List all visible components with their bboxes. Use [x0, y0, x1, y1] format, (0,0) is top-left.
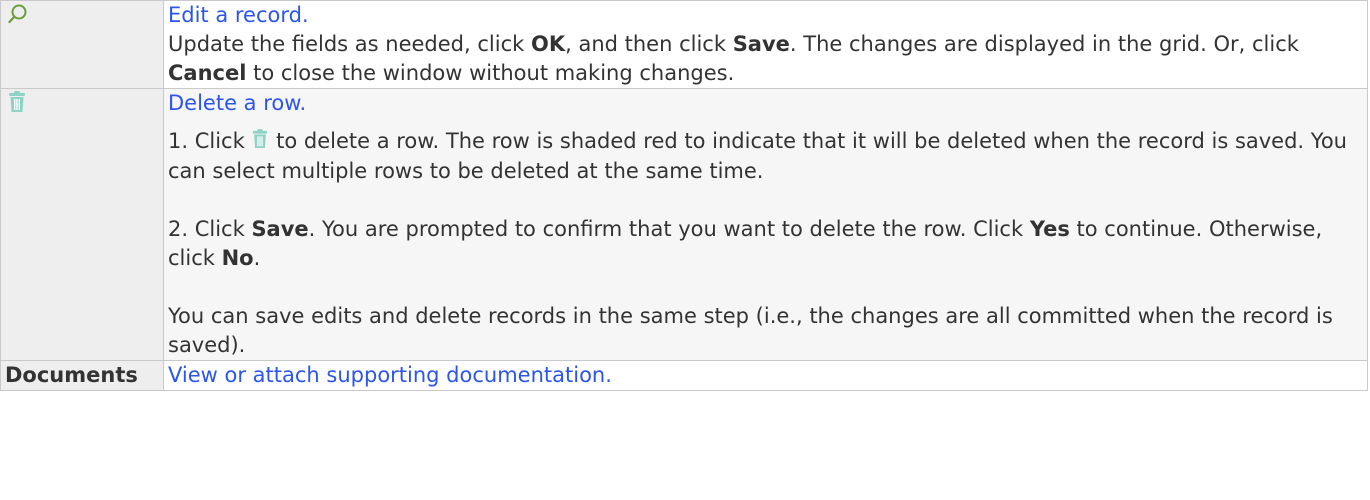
help-table: Edit a record. Update the fields as need…: [0, 0, 1368, 391]
key-cell-documents: Documents: [0, 359, 164, 391]
trash-icon-inline: [251, 128, 269, 157]
save-label-2: Save: [251, 216, 309, 241]
yes-label: Yes: [1029, 216, 1070, 241]
desc-cell-delete: Delete a row. 1. Click to delete a row. …: [163, 88, 1368, 361]
key-cell-edit: [0, 0, 164, 89]
delete-row-link[interactable]: Delete a row.: [168, 91, 306, 115]
cancel-label: Cancel: [168, 61, 247, 85]
desc-cell-documents: View or attach supporting documentation.: [163, 359, 1368, 391]
no-label: No: [221, 245, 254, 270]
table-row-delete: Delete a row. 1. Click to delete a row. …: [0, 88, 1368, 361]
edit-record-link[interactable]: Edit a record.: [168, 3, 309, 27]
search-icon: [7, 3, 29, 33]
delete-step-2: 2. Click Save. You are prompted to confi…: [168, 216, 1323, 270]
documents-link[interactable]: View or attach supporting documentation.: [168, 363, 612, 387]
table-row-edit: Edit a record. Update the fields as need…: [0, 0, 1368, 89]
delete-note: You can save edits and delete records in…: [168, 303, 1333, 357]
table-row-documents: Documents View or attach supporting docu…: [0, 359, 1368, 391]
desc-cell-edit: Edit a record. Update the fields as need…: [163, 0, 1368, 89]
edit-instructions: Update the fields as needed, click OK, a…: [168, 32, 1299, 85]
documents-label: Documents: [5, 362, 138, 387]
key-cell-delete: [0, 88, 164, 361]
trash-icon: [7, 91, 27, 121]
delete-step-1: 1. Click to delete a row. The row is sha…: [168, 128, 1347, 183]
save-label: Save: [732, 32, 790, 56]
ok-label: OK: [530, 32, 566, 56]
